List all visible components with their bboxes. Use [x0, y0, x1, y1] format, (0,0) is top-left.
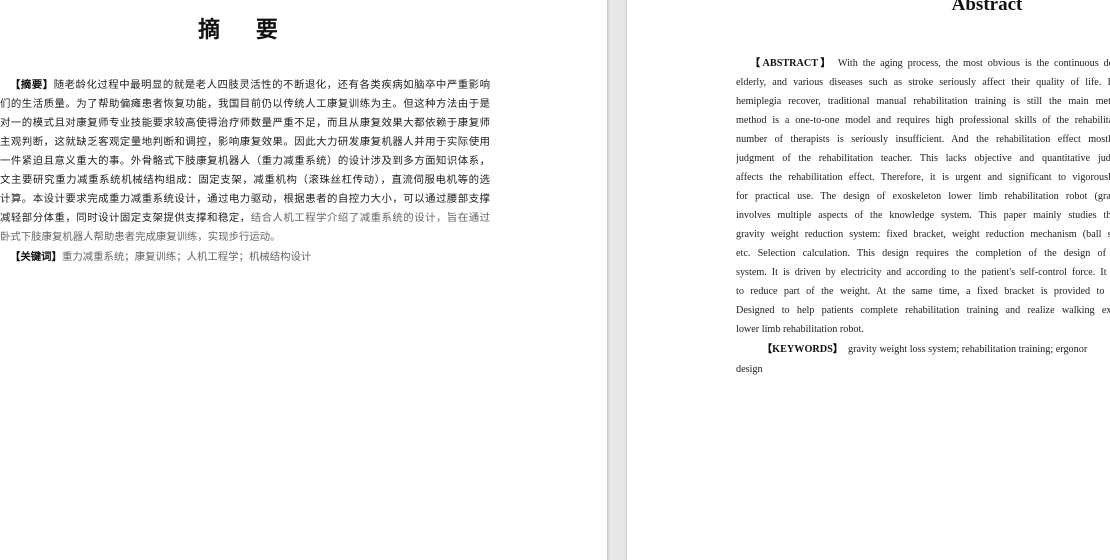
english-abstract-line: involves multiple aspects of the knowled…: [736, 210, 1110, 221]
english-title: Abstract: [951, 0, 1023, 15]
abstract-label: 【ABSTRACT】: [750, 58, 833, 69]
english-abstract-line: hemiplegia recover, traditional manual r…: [736, 96, 1110, 107]
chinese-abstract-line: 计算。本设计要求完成重力减重系统设计，通过电力驱动，根据患者的自控力大小，可以通…: [0, 193, 490, 205]
abstract-label: 【摘要】: [10, 79, 54, 91]
chinese-keywords: 【关键词】重力减重系统；康复训练；人机工程学；机械结构设计: [10, 251, 312, 263]
chinese-abstract-line: 们的生活质量。为了帮助偏瘫患者恢复功能，我国目前仍以传统人工康复训练为主。但这种…: [0, 98, 490, 110]
page-gutter-shadow: [607, 0, 610, 560]
chinese-abstract-line: 主观判断，这就缺乏客观定量地判断和调控，影响康复效果。因此大力研发康复机器人并用…: [0, 136, 490, 148]
english-abstract-line: affects the rehabilitation effect. There…: [736, 172, 1110, 183]
english-abstract-page: Abstract 【ABSTRACT】 With the aging proce…: [627, 0, 1110, 560]
chinese-abstract-line: 【摘要】随老龄化过程中最明显的就是老人四肢灵活性的不断退化，还有各类疾病如脑卒中…: [10, 79, 490, 91]
english-abstract-line: method is a one-to-one model and require…: [736, 115, 1110, 126]
chinese-title: 摘 要: [198, 17, 292, 43]
english-keywords: 【KEYWORDS】 gravity weight loss system; r…: [762, 344, 1088, 355]
chinese-abstract-line: 文主要研究重力减重系统机械结构组成：固定支架，减重机构（滚珠丝杠传动），直流伺服…: [0, 174, 490, 186]
keywords-label: 【关键词】: [10, 251, 62, 263]
english-abstract-line: judgment of the rehabilitation teacher. …: [736, 153, 1110, 164]
chinese-abstract-page: 摘 要 【摘要】随老龄化过程中最明显的就是老人四肢灵活性的不断退化，还有各类疾病…: [0, 0, 607, 560]
english-abstract-line: to reduce part of the weight. At the sam…: [736, 286, 1110, 297]
chinese-abstract-line: 减轻部分体重，同时设计固定支架提供支撑和稳定，结合人机工程学介绍了减重系统的设计…: [0, 212, 490, 224]
keywords-label: 【KEYWORDS】: [762, 344, 843, 355]
english-abstract-line: gravity weight reduction system: fixed b…: [736, 229, 1110, 240]
chinese-abstract-line: 一件紧迫且意义重大的事。外骨骼式下肢康复机器人（重力减重系统）的设计涉及到多方面…: [0, 155, 490, 167]
english-abstract-line: lower limb rehabilitation robot.: [736, 324, 864, 335]
chinese-abstract-line: 卧式下肢康复机器人帮助患者完成康复训练，实现步行运动。: [0, 231, 281, 243]
english-abstract-line: for practical use. The design of exoskel…: [736, 191, 1110, 202]
english-abstract-line: system. It is driven by electricity and …: [736, 267, 1110, 278]
english-abstract-line: 【ABSTRACT】 With the aging process, the m…: [750, 58, 1110, 69]
english-abstract-line: number of therapists is seriously insuff…: [736, 134, 1110, 145]
english-abstract-line: elderly, and various diseases such as st…: [736, 77, 1110, 88]
english-keywords-continued: design: [736, 364, 763, 375]
english-abstract-line: Designed to help patients complete rehab…: [736, 305, 1110, 316]
chinese-abstract-line: 对一的模式且对康复师专业技能要求较高使得治疗师数量严重不足，而且从康复效果大都依…: [0, 117, 490, 129]
english-abstract-line: etc. Selection calculation. This design …: [736, 248, 1110, 259]
